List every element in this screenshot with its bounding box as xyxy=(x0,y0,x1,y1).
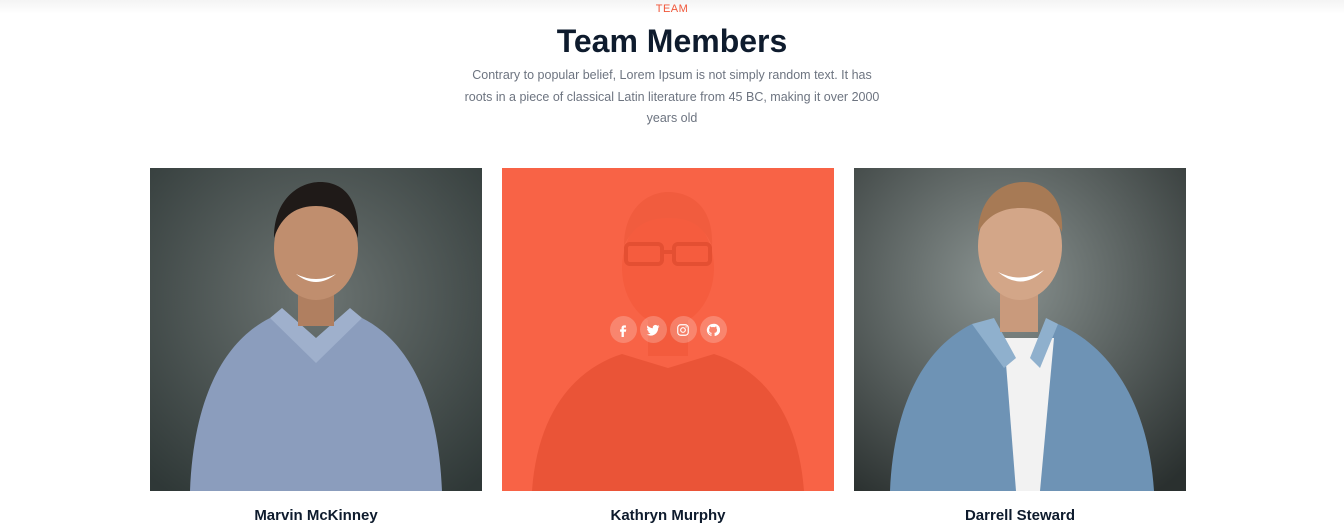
member-name: Kathryn Murphy xyxy=(610,507,726,524)
facebook-link[interactable] xyxy=(609,316,637,343)
member-photo xyxy=(502,168,834,491)
twitter-link[interactable] xyxy=(639,316,667,343)
section-title: Team Members xyxy=(556,23,788,59)
team-section: TEAM Team Members Contrary to popular be… xyxy=(0,0,1344,530)
member-photo xyxy=(150,168,482,491)
github-icon xyxy=(706,323,720,336)
team-card[interactable]: Darrell Steward xyxy=(854,168,1186,525)
social-links xyxy=(502,316,834,343)
instagram-link[interactable] xyxy=(669,316,697,343)
team-card[interactable]: Kathryn Murphy xyxy=(502,168,834,525)
facebook-icon xyxy=(620,324,627,337)
member-name: Marvin McKinney xyxy=(254,507,378,524)
section-description: Contrary to popular belief, Lorem Ipsum … xyxy=(464,68,880,125)
instagram-icon xyxy=(677,323,689,336)
section-eyebrow: TEAM xyxy=(655,3,689,15)
member-name: Darrell Steward xyxy=(964,507,1076,524)
twitter-icon xyxy=(646,324,660,336)
member-photo xyxy=(854,168,1186,491)
team-card[interactable]: Marvin McKinney xyxy=(150,168,482,525)
github-link[interactable] xyxy=(699,316,727,343)
